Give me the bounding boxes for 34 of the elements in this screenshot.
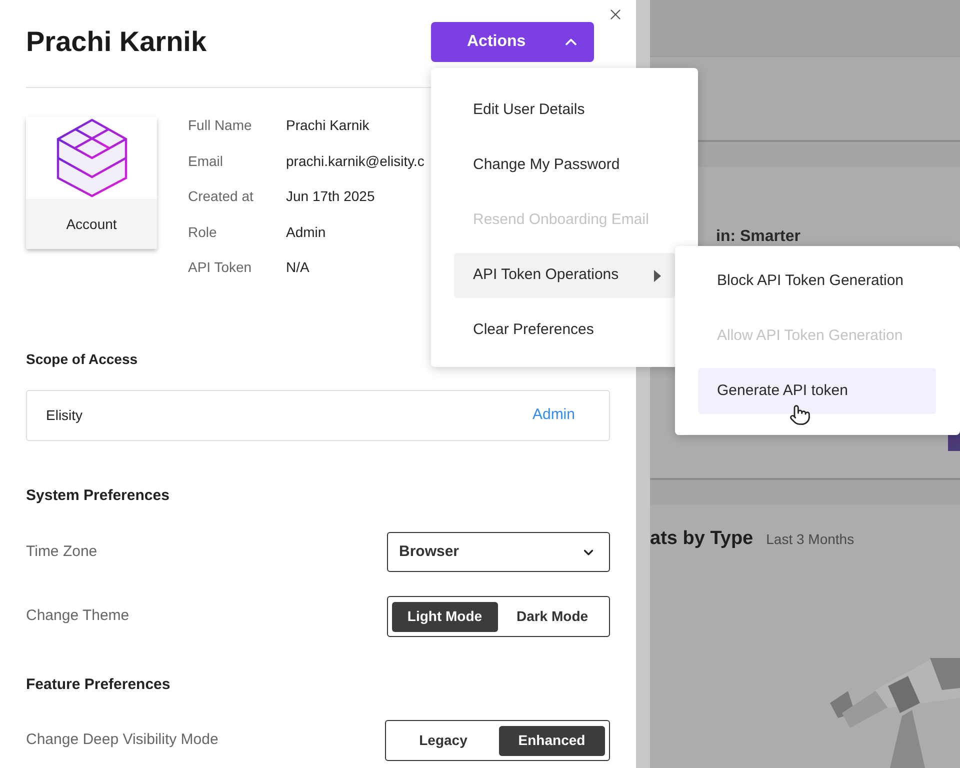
background-text: in: Smarter [716,227,800,247]
scope-name: Elisity [46,406,83,425]
field-value: Jun 17th 2025 [286,187,376,206]
section-title: Scope of Access [26,350,139,369]
toggle-option[interactable]: Light Mode [392,602,498,632]
field-label: Created at [188,187,254,206]
background-card-subtitle: Last 3 Months [766,530,854,549]
field-label: Full Name [188,116,253,136]
user-name: Prachi Karnik [26,25,207,59]
field-value: Admin [286,222,327,242]
field-value: N/A [286,258,310,278]
pointer-cursor-icon [789,404,811,426]
menu-item[interactable]: API Token Operations [454,253,675,298]
scope-role: Admin [532,405,575,426]
field-label: API Token [188,258,253,278]
time-zone-select[interactable]: Browser [387,532,610,572]
submenu-arrow-icon [654,270,661,282]
account-label: Account [66,214,117,234]
toggle-option[interactable]: Dark Mode [500,602,605,632]
toggle-option[interactable]: Legacy [390,726,496,756]
background-card-title: ats by Type [650,527,754,551]
theme-label: Change Theme [26,606,130,626]
field-label: Role [188,222,218,242]
time-zone-label: Time Zone [26,542,98,562]
section-title: Feature Preferences [26,675,172,695]
section-title: System Preferences [26,486,170,506]
field-value: Prachi Karnik [286,116,370,136]
field-value: prachi.karnik@elisity.c [286,152,424,171]
cube-logo-icon [56,118,128,198]
submenu-item[interactable]: Generate API token [698,368,936,414]
toggle-option[interactable]: Enhanced [498,726,605,756]
deep-visibility-label: Change Deep Visibility Mode [26,730,218,750]
actions-button[interactable]: Actions [431,22,594,62]
field-label: Email [188,152,224,171]
